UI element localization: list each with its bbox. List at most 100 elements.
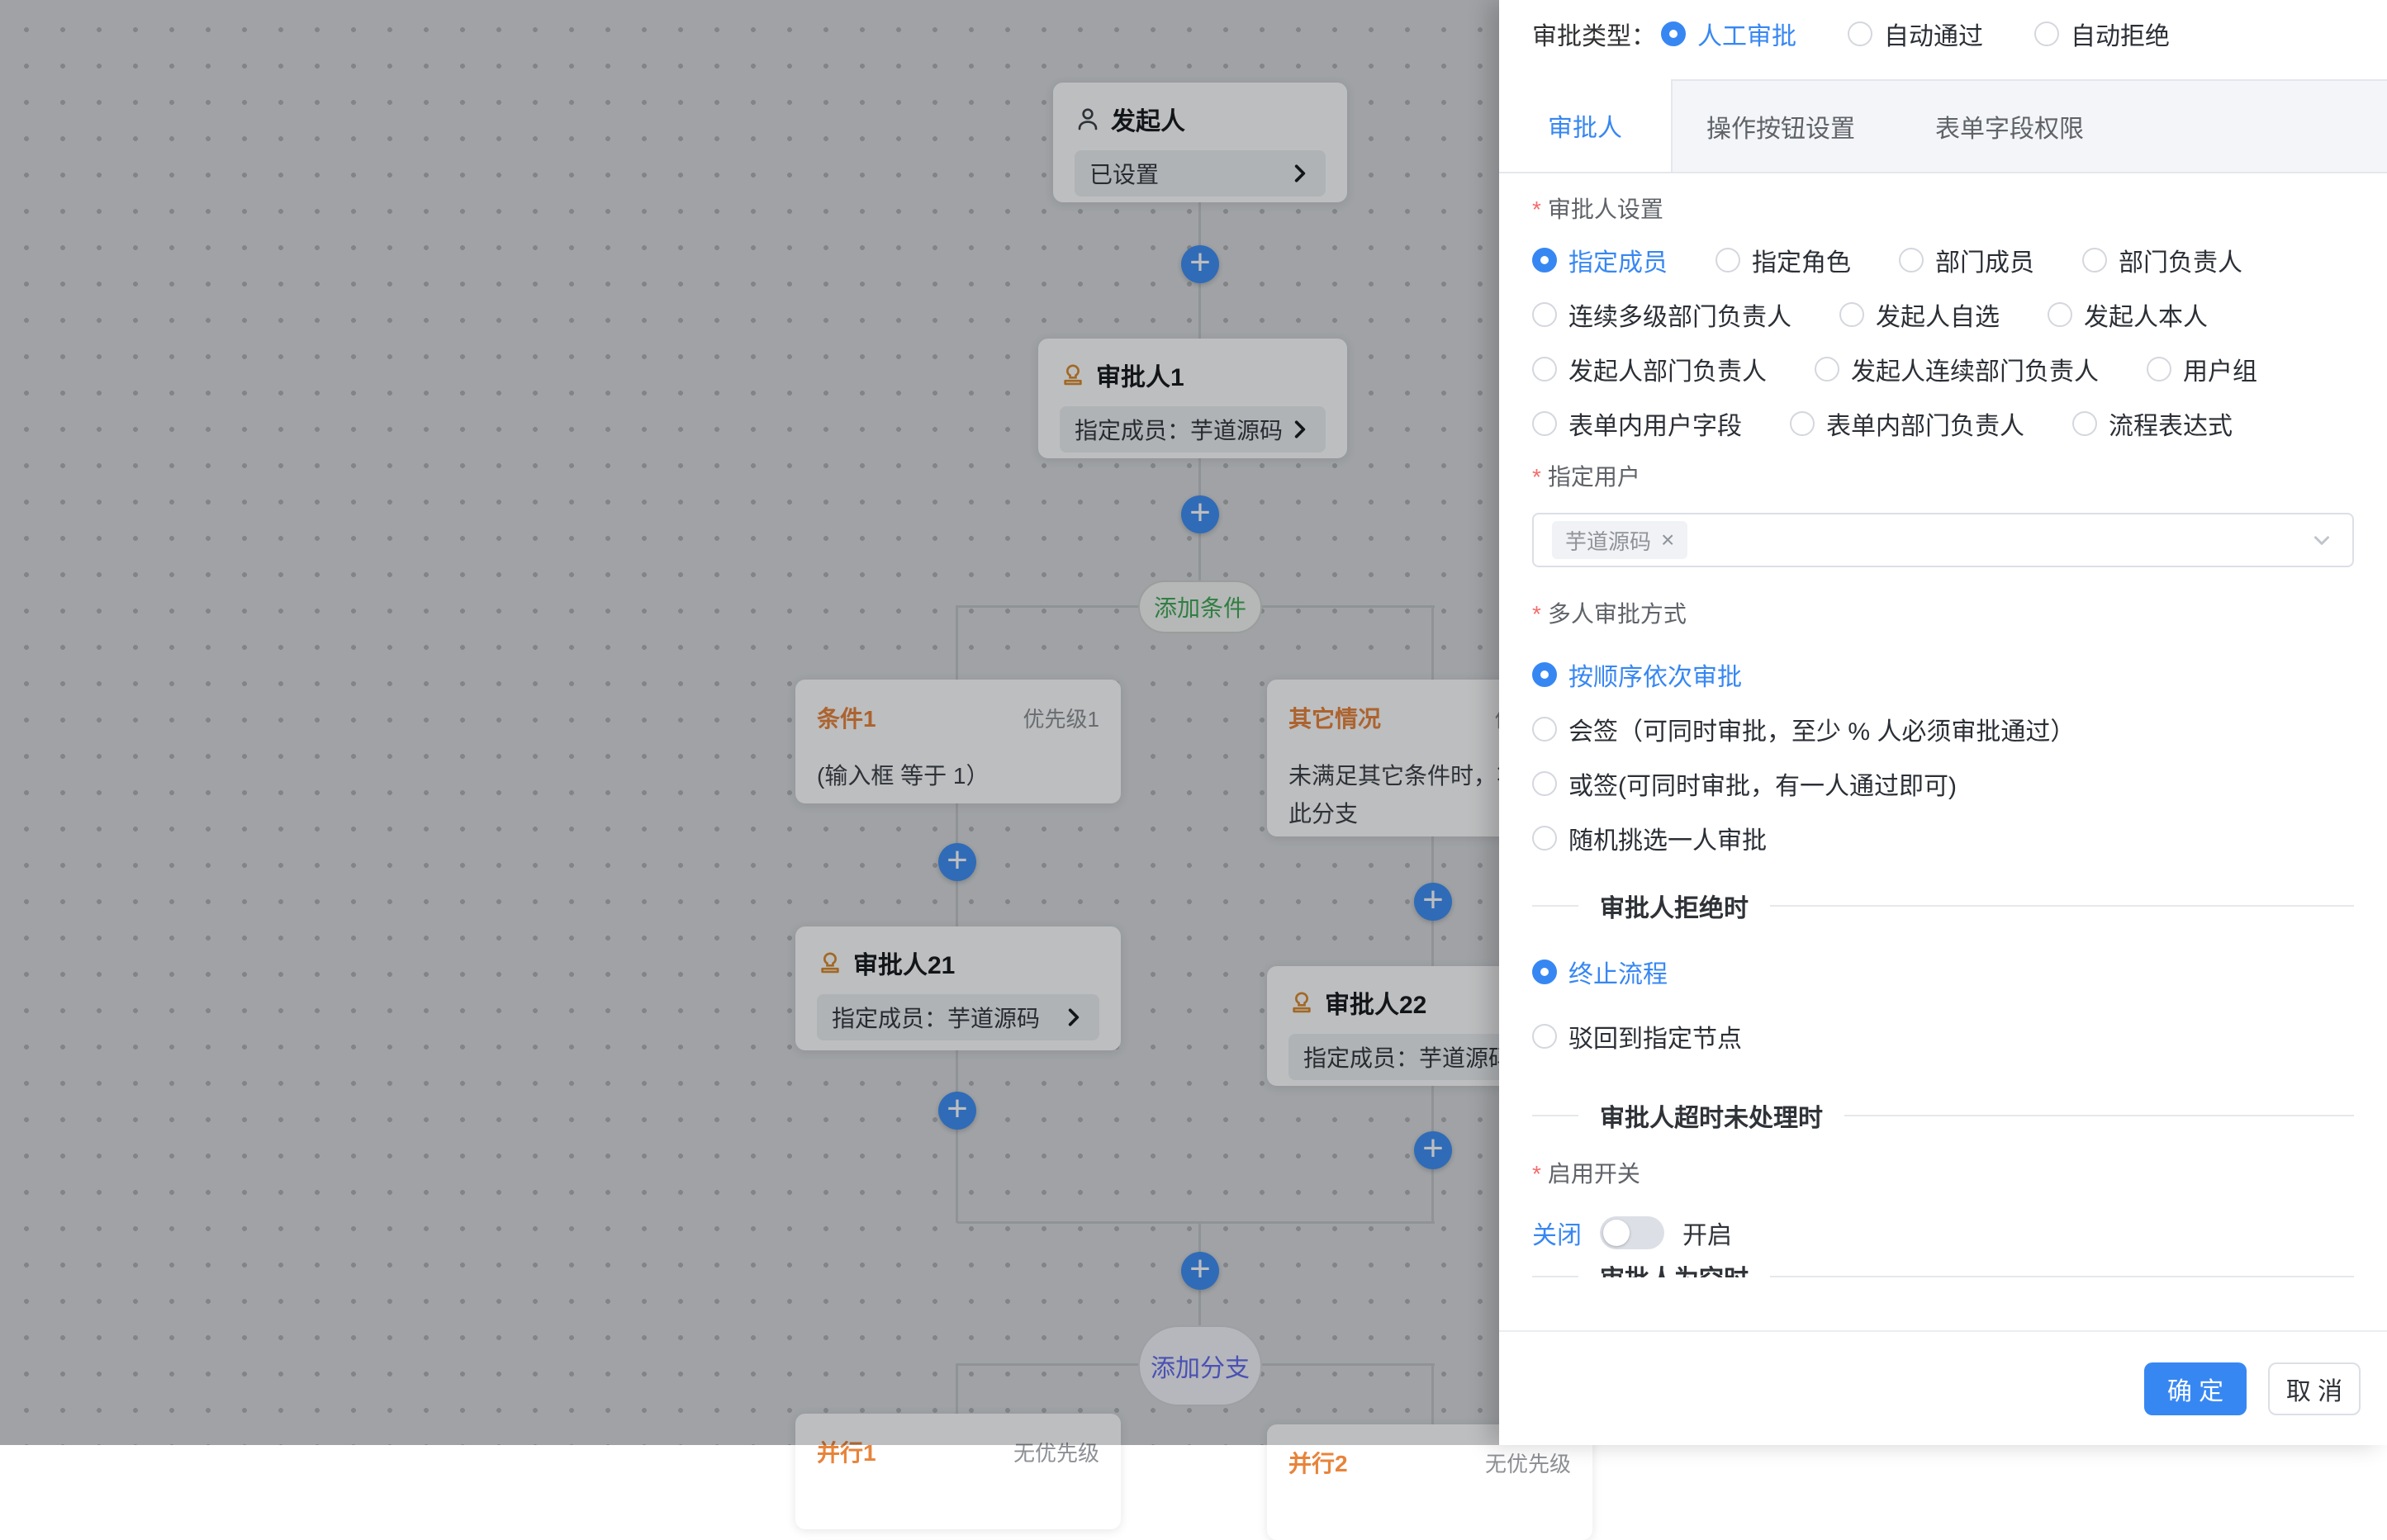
switch-off-label: 关闭 — [1532, 1215, 1582, 1251]
approve-type-label: 审批类型： — [1532, 16, 1656, 52]
radio-icon — [2048, 302, 2072, 327]
cancel-button[interactable]: 取 消 — [2268, 1362, 2361, 1415]
toggle-switch[interactable] — [1600, 1216, 1664, 1249]
radio-option[interactable]: 自动通过 — [1848, 16, 1983, 52]
tab-form-field-permissions[interactable]: 表单字段权限 — [1889, 79, 2130, 172]
approver-setting-label: *审批人设置 — [1532, 196, 2354, 224]
drawer-tabs: 审批人操作按钮设置表单字段权限 — [1499, 79, 2387, 173]
radio-label: 发起人自选 — [1876, 296, 2000, 333]
radio-label: 发起人部门负责人 — [1568, 351, 1767, 387]
selected-user-tag: 芋道源码 × — [1552, 521, 1687, 559]
radio-label: 按顺序依次审批 — [1568, 656, 1742, 693]
assign-user-label: *指定用户 — [1532, 463, 2354, 491]
radio-label: 部门成员 — [1935, 242, 2034, 278]
tag-close-icon[interactable]: × — [1661, 528, 1674, 552]
radio-row: 连续多级部门负责人发起人自选发起人本人 — [1532, 300, 2354, 329]
radio-option[interactable]: 发起人连续部门负责人 — [1815, 351, 2099, 387]
radio-label: 随机挑选一人审批 — [1568, 820, 1767, 856]
radio-label: 自动通过 — [1884, 16, 1983, 52]
radio-label: 会签（可同时审批，至少 % 人必须审批通过） — [1568, 711, 2075, 747]
radio-label: 驳回到指定节点 — [1568, 1018, 1742, 1054]
radio-option[interactable]: 连续多级部门负责人 — [1532, 296, 1791, 333]
multi-approve-options: 按顺序依次审批会签（可同时审批，至少 % 人必须审批通过）或签(可同时审批，有一… — [1532, 660, 2354, 853]
radio-option[interactable]: 按顺序依次审批 — [1532, 656, 1742, 693]
radio-row: 发起人部门负责人 发起人连续部门负责人 用户组 — [1532, 354, 2354, 384]
radio-icon — [1532, 960, 1557, 984]
radio-label: 发起人本人 — [2084, 296, 2208, 333]
required-asterisk: * — [1532, 464, 1541, 490]
multi-approve-label: *多人审批方式 — [1532, 600, 2354, 628]
assign-user-select[interactable]: 芋道源码 × — [1532, 513, 2354, 567]
radio-icon — [1848, 21, 1872, 46]
drawer-footer: 确 定 取 消 — [1499, 1330, 2387, 1445]
radio-icon — [1532, 771, 1557, 796]
switch-on-label: 开启 — [1682, 1215, 1732, 1251]
option-row: 终止流程 — [1532, 957, 2354, 987]
radio-row: 指定成员 指定角色 部门成员 部门负责人 — [1532, 245, 2354, 275]
radio-icon — [2034, 21, 2059, 46]
radio-icon — [1532, 826, 1557, 851]
empty-approver-section-divider: 审批人为空时 — [1532, 1262, 2354, 1277]
radio-icon — [1839, 302, 1864, 327]
approver-setting-options: 指定成员指定角色部门成员部门负责人连续多级部门负责人发起人自选发起人本人发起人部… — [1532, 245, 2354, 438]
radio-option[interactable]: 流程表达式 — [2072, 405, 2233, 442]
radio-label: 或签(可同时审批，有一人通过即可) — [1568, 765, 1957, 802]
drawer-scroll-area[interactable]: *审批人设置 指定成员指定角色部门成员部门负责人连续多级部门负责人发起人自选发起… — [1499, 173, 2387, 1277]
radio-icon — [1815, 357, 1839, 381]
radio-option[interactable]: 或签(可同时审批，有一人通过即可) — [1532, 765, 1957, 802]
radio-option[interactable]: 指定角色 — [1716, 242, 1851, 278]
reject-section-divider: 审批人拒绝时 — [1532, 891, 2354, 921]
radio-label: 流程表达式 — [2109, 405, 2233, 442]
radio-icon — [1532, 662, 1557, 687]
radio-option[interactable]: 指定成员 — [1532, 242, 1668, 278]
radio-option[interactable]: 会签（可同时审批，至少 % 人必须审批通过） — [1532, 711, 2075, 747]
option-row: 驳回到指定节点 — [1532, 1021, 2354, 1051]
radio-label: 指定角色 — [1752, 242, 1851, 278]
option-row: 随机挑选一人审批 — [1532, 823, 2354, 853]
option-row: 会签（可同时审批，至少 % 人必须审批通过） — [1532, 714, 2354, 744]
reject-section-title: 审批人拒绝时 — [1600, 888, 1749, 924]
radio-option[interactable]: 随机挑选一人审批 — [1532, 820, 1767, 856]
radio-option[interactable]: 自动拒绝 — [2034, 16, 2170, 52]
radio-option[interactable]: 用户组 — [2147, 351, 2257, 387]
required-asterisk: * — [1532, 601, 1541, 627]
radio-option[interactable]: 部门成员 — [1899, 242, 2034, 278]
radio-icon — [1532, 357, 1557, 381]
radio-icon — [1532, 411, 1557, 436]
radio-option[interactable]: 表单内用户字段 — [1532, 405, 1742, 442]
radio-option[interactable]: 终止流程 — [1532, 954, 1668, 990]
radio-option[interactable]: 部门负责人 — [2082, 242, 2242, 278]
enable-switch-row: 关闭 开启 — [1532, 1213, 2354, 1253]
radio-icon — [2082, 248, 2107, 272]
radio-option[interactable]: 表单内部门负责人 — [1790, 405, 2024, 442]
radio-option[interactable]: 发起人自选 — [1839, 296, 2000, 333]
radio-icon — [1532, 302, 1557, 327]
timeout-section-title: 审批人超时未处理时 — [1600, 1097, 1823, 1134]
radio-label: 表单内用户字段 — [1568, 405, 1742, 442]
radio-label: 连续多级部门负责人 — [1568, 296, 1791, 333]
radio-label: 人工审批 — [1697, 16, 1796, 52]
radio-option[interactable]: 驳回到指定节点 — [1532, 1018, 1742, 1054]
condition-priority: 无优先级 — [1485, 1448, 1571, 1478]
condition-title: 并行2 — [1288, 1446, 1348, 1479]
tag-text: 芋道源码 — [1565, 525, 1651, 556]
workflow-canvas[interactable]: + + + + + + + 发起人 已设置 审批人1 指定成员：芋道源码 — [0, 0, 1499, 1445]
radio-icon — [2147, 357, 2171, 381]
radio-label: 终止流程 — [1568, 954, 1668, 990]
radio-icon — [2072, 411, 2097, 436]
approve-type-row: 审批类型： 人工审批 自动通过 自动拒绝 — [1532, 12, 2354, 56]
radio-icon — [1716, 248, 1740, 272]
required-asterisk: * — [1532, 1161, 1541, 1187]
radio-option[interactable]: 发起人部门负责人 — [1532, 351, 1767, 387]
radio-option[interactable]: 人工审批 — [1661, 16, 1796, 52]
confirm-button[interactable]: 确 定 — [2144, 1362, 2247, 1415]
radio-label: 部门负责人 — [2119, 242, 2242, 278]
radio-row: 表单内用户字段表单内部门负责人流程表达式 — [1532, 409, 2354, 438]
approve-type-options: 人工审批 自动通过 自动拒绝 — [1661, 16, 2170, 52]
radio-label: 自动拒绝 — [2071, 16, 2170, 52]
radio-label: 指定成员 — [1568, 242, 1668, 278]
tab-action-buttons[interactable]: 操作按钮设置 — [1673, 79, 1889, 172]
tab-approver[interactable]: 审批人 — [1499, 79, 1673, 172]
radio-icon — [1532, 717, 1557, 742]
radio-option[interactable]: 发起人本人 — [2048, 296, 2208, 333]
